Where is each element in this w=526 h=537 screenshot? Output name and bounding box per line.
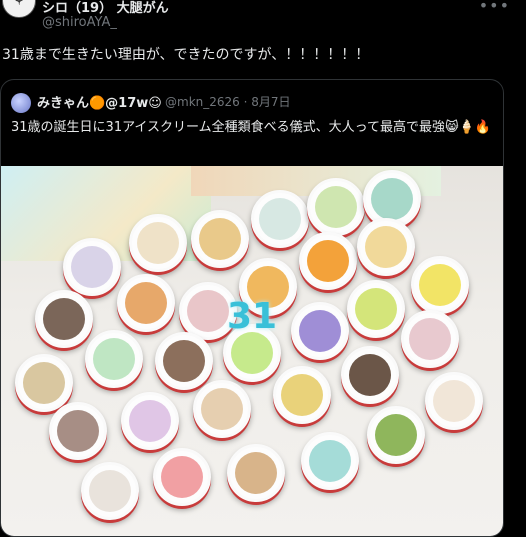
quoted-text: 31歳の誕生日に31アイスクリーム全種類食べる儀式、大人って最高で最強😸🍦🔥 bbox=[11, 120, 491, 135]
ice-cream-cup bbox=[299, 232, 357, 290]
ice-cream-cup bbox=[425, 372, 483, 430]
ice-cream-cup bbox=[63, 238, 121, 296]
ice-cream-photo[interactable]: 31 bbox=[1, 166, 503, 536]
ice-cream-cup bbox=[153, 448, 211, 506]
ice-cream-cup bbox=[401, 310, 459, 368]
ice-cream-cup bbox=[273, 366, 331, 424]
ice-cream-cup bbox=[193, 380, 251, 438]
ice-cream-cup bbox=[227, 444, 285, 502]
quoted-handle-date: @mkn_2626 · 8月7日 bbox=[165, 95, 291, 109]
ice-cream-cup bbox=[85, 330, 143, 388]
tweet-header: ⚘ シロ（19） 大腿がん @shiroAYA_ ••• bbox=[0, 0, 526, 40]
quoted-avatar[interactable] bbox=[11, 93, 31, 113]
ice-cream-cup bbox=[301, 432, 359, 490]
ice-cream-cup bbox=[357, 218, 415, 276]
tweet-text: 31歳まで生きたい理由が、できたのですが、！！！！！！ bbox=[2, 47, 370, 63]
ice-cream-cup bbox=[49, 402, 107, 460]
ice-cream-cup bbox=[411, 256, 469, 314]
ice-cream-cup bbox=[367, 406, 425, 464]
more-dots-icon[interactable]: ••• bbox=[479, 0, 510, 15]
ice-cream-cup bbox=[291, 302, 349, 360]
ice-cream-cup bbox=[129, 214, 187, 272]
user-handle[interactable]: @shiroAYA_ bbox=[42, 15, 117, 30]
user-avatar-icon[interactable]: ⚘ bbox=[2, 0, 36, 18]
ice-cream-cup bbox=[121, 392, 179, 450]
display-name[interactable]: シロ（19） 大腿がん bbox=[42, 0, 169, 16]
ice-cream-cup bbox=[117, 274, 175, 332]
ice-cream-cup bbox=[251, 190, 309, 248]
ice-cream-cup bbox=[341, 346, 399, 404]
ice-cream-cup bbox=[35, 290, 93, 348]
candle-number: 31 bbox=[226, 296, 278, 337]
quoted-tweet-card[interactable]: みきゃん🟠@17w☺ @mkn_2626 · 8月7日 31歳の誕生日に31アイ… bbox=[0, 79, 504, 537]
ice-cream-cup bbox=[15, 354, 73, 412]
ice-cream-cup bbox=[155, 332, 213, 390]
ice-cream-cup bbox=[347, 280, 405, 338]
quoted-display-name: みきゃん🟠@17w☺ bbox=[37, 96, 162, 111]
ice-cream-cup bbox=[307, 178, 365, 236]
ice-cream-cup bbox=[191, 210, 249, 268]
ice-cream-cup bbox=[81, 462, 139, 520]
